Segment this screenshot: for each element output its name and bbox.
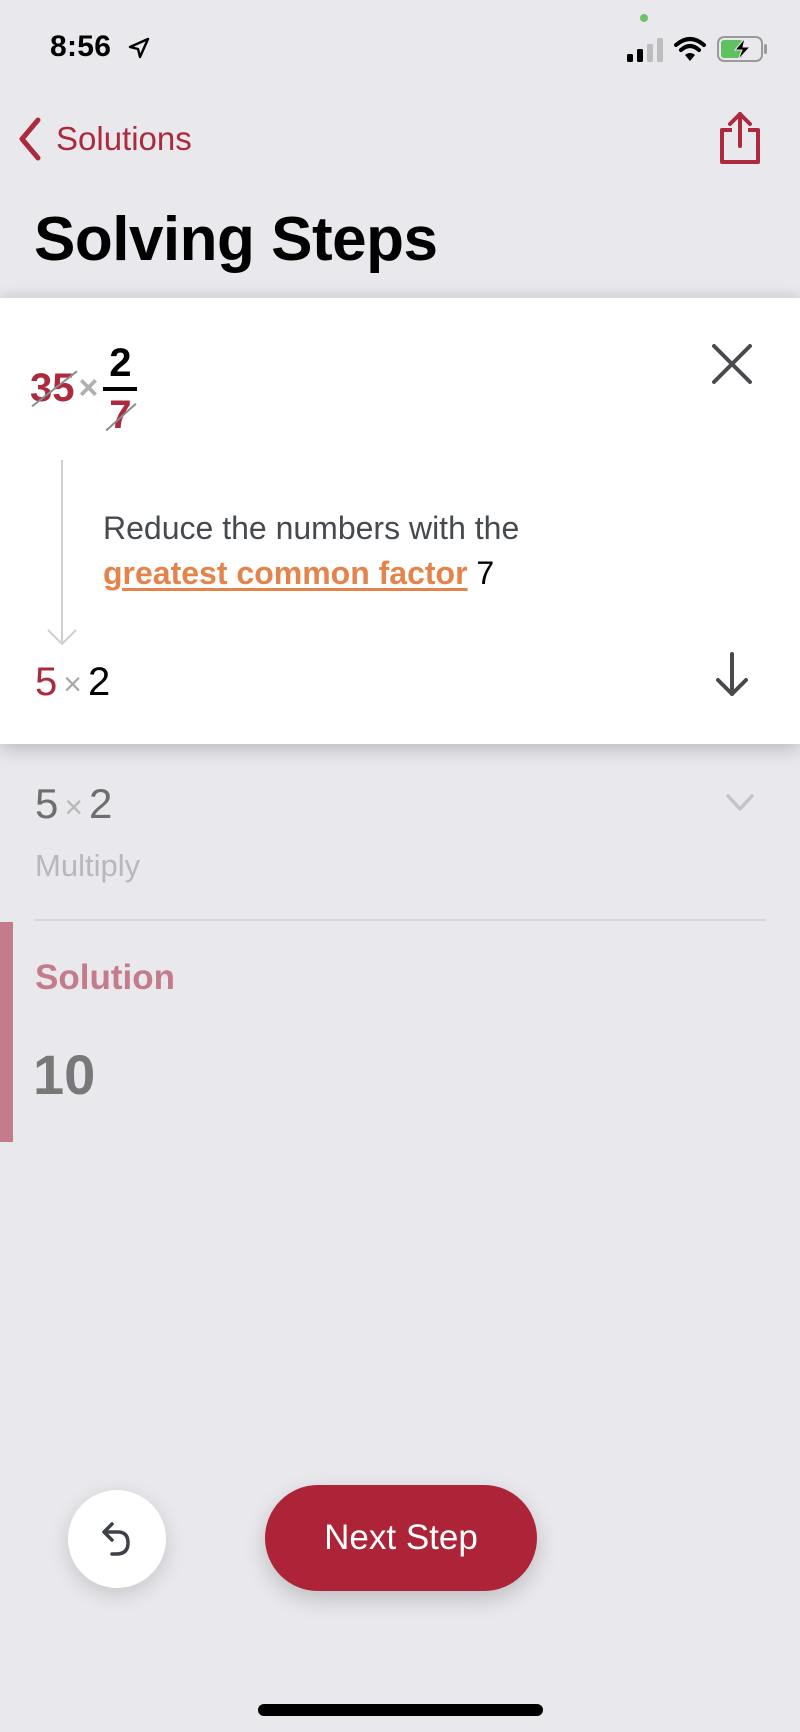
multiply-operator: ×	[78, 368, 99, 407]
close-icon[interactable]	[706, 338, 758, 390]
back-label: Solutions	[56, 120, 192, 157]
preview-left: 5	[35, 780, 59, 827]
reduced-number: 5	[35, 660, 58, 704]
cellular-signal-icon	[627, 38, 663, 62]
screen: 8:56 Solutions Solving Steps 35 × 2 7 Re…	[0, 0, 800, 1732]
step-explanation: Reduce the numbers with the greatest com…	[103, 506, 519, 596]
result-expression: 5 × 2	[35, 660, 110, 705]
solution-accent-bar	[0, 922, 13, 1142]
status-time: 8:56	[50, 30, 112, 63]
undo-icon	[102, 1522, 130, 1556]
solution-value: 10	[33, 1043, 96, 1106]
step-card: 35 × 2 7 Reduce the numbers with the gre…	[0, 298, 800, 744]
step-connector-arrow-icon	[47, 460, 77, 646]
gcf-link[interactable]: greatest common factor	[103, 555, 468, 591]
original-expression: 35 × 2 7	[30, 338, 138, 438]
divider	[35, 919, 766, 921]
crossed-number: 35	[30, 365, 75, 410]
multiply-operator: ×	[63, 666, 82, 702]
fraction-denominator-crossed: 7	[109, 393, 132, 437]
wifi-icon	[674, 37, 706, 61]
mic-indicator	[640, 14, 648, 22]
undo-button[interactable]	[68, 1490, 166, 1588]
location-arrow-icon	[128, 37, 150, 59]
arrow-down-icon[interactable]	[710, 650, 754, 700]
preview-right: 2	[89, 780, 113, 827]
chevron-down-icon[interactable]	[724, 792, 756, 814]
page-title: Solving Steps	[34, 205, 438, 274]
share-icon[interactable]	[718, 110, 762, 166]
next-step-button[interactable]: Next Step	[265, 1485, 537, 1591]
fraction: 2 7	[102, 341, 138, 435]
explanation-text: Reduce the numbers with the	[103, 510, 520, 546]
solution-title: Solution	[35, 958, 175, 997]
fraction-bar	[103, 387, 138, 391]
gcf-value: 7	[476, 555, 495, 591]
back-button[interactable]: Solutions	[16, 116, 192, 162]
reduced-numerator: 2	[87, 660, 111, 704]
fraction-numerator: 2	[109, 341, 132, 385]
battery-charging-icon	[717, 36, 767, 62]
chevron-left-icon	[19, 117, 41, 161]
next-step-label: Multiply	[35, 848, 141, 883]
home-indicator[interactable]	[258, 1704, 543, 1716]
next-step-expression[interactable]: 5 × 2	[35, 780, 112, 828]
multiply-operator: ×	[64, 789, 84, 825]
